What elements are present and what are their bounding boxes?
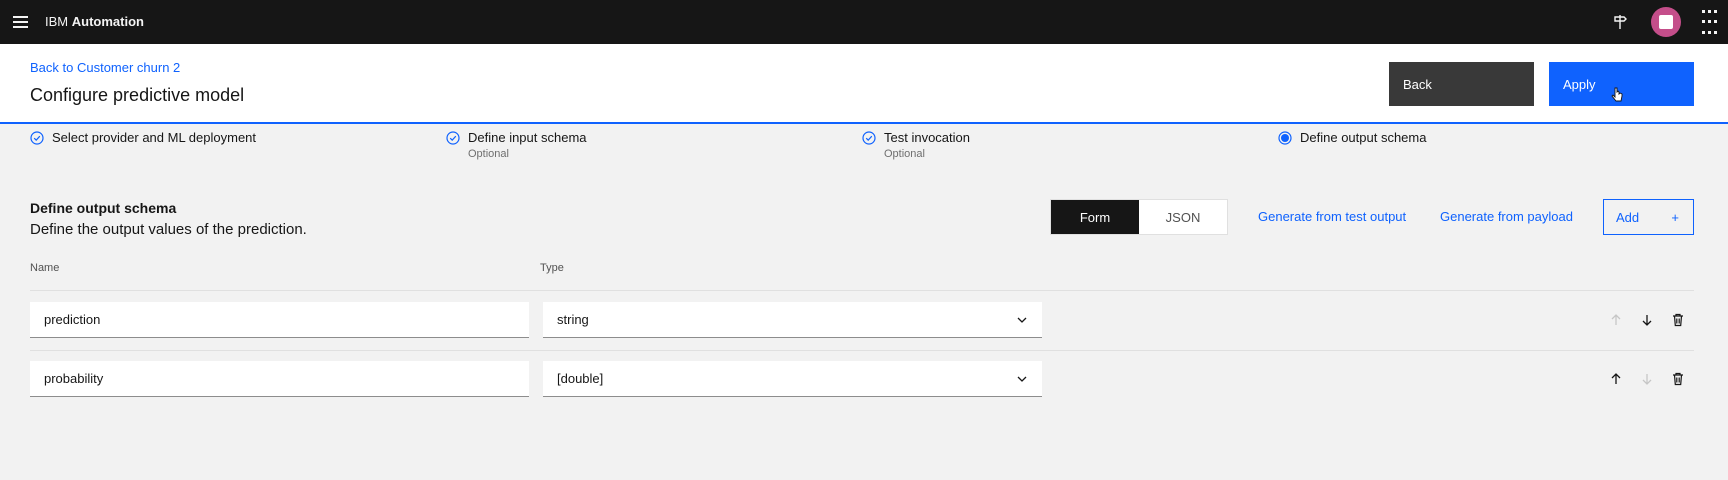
brand-prefix: IBM <box>45 14 69 29</box>
progress-indicator: Select provider and ML deployment Define… <box>0 130 1728 170</box>
mouse-pointer-icon <box>1611 87 1623 108</box>
step-label: Define output schema <box>1300 130 1427 145</box>
add-label: Add <box>1616 209 1640 225</box>
top-navigation-bar: IBM Automation <box>0 0 1728 44</box>
user-avatar[interactable] <box>1651 7 1681 37</box>
type-select[interactable]: [double] <box>543 361 1042 397</box>
delete-trash-icon[interactable] <box>1668 310 1688 330</box>
type-select[interactable]: string <box>543 302 1042 338</box>
step-label: Select provider and ML deployment <box>52 130 257 145</box>
divider <box>30 290 1694 291</box>
step-sub: Optional <box>884 148 925 160</box>
step-label: Test invocation <box>884 130 970 145</box>
avatar-square-icon <box>1659 15 1673 29</box>
checkmark-outline-icon <box>862 131 876 145</box>
brand-name: Automation <box>71 14 144 29</box>
move-up-icon[interactable] <box>1606 310 1626 330</box>
chevron-down-icon <box>1017 317 1027 323</box>
move-up-icon[interactable] <box>1606 369 1626 389</box>
breadcrumb-link[interactable]: Back to Customer churn 2 <box>30 60 180 75</box>
delete-trash-icon[interactable] <box>1668 369 1688 389</box>
step-label: Define input schema <box>468 130 587 145</box>
hamburger-menu-icon[interactable] <box>6 8 34 36</box>
section-title: Define output schema <box>30 200 177 216</box>
add-button[interactable]: Add + <box>1603 199 1694 235</box>
generate-from-test-output-link[interactable]: Generate from test output <box>1258 209 1406 224</box>
step-sub: Optional <box>468 148 509 160</box>
signpost-icon[interactable] <box>1606 8 1634 36</box>
name-input[interactable]: prediction <box>30 302 529 338</box>
checkmark-outline-icon <box>30 131 44 145</box>
section-description: Define the output values of the predicti… <box>30 221 307 238</box>
chevron-down-icon <box>1017 376 1027 382</box>
generate-from-payload-link[interactable]: Generate from payload <box>1440 209 1573 224</box>
back-button[interactable]: Back <box>1389 62 1534 106</box>
app-brand[interactable]: IBM Automation <box>45 14 144 29</box>
app-switcher-icon[interactable] <box>1695 8 1723 36</box>
page-header: Back to Customer churn 2 Configure predi… <box>0 44 1728 124</box>
column-header-type: Type <box>540 262 564 274</box>
type-select-value: [double] <box>557 371 604 386</box>
json-view-tab[interactable]: JSON <box>1139 200 1227 234</box>
name-input[interactable]: probability <box>30 361 529 397</box>
plus-icon: + <box>1671 209 1679 225</box>
divider <box>30 350 1694 351</box>
checkmark-outline-icon <box>446 131 460 145</box>
type-select-value: string <box>557 312 589 327</box>
current-step-icon <box>1278 131 1292 145</box>
move-down-icon[interactable] <box>1637 369 1657 389</box>
move-down-icon[interactable] <box>1637 310 1657 330</box>
page-title: Configure predictive model <box>30 85 245 105</box>
column-header-name: Name <box>30 262 60 274</box>
view-switcher: Form JSON <box>1050 199 1228 235</box>
form-view-tab[interactable]: Form <box>1051 200 1139 234</box>
